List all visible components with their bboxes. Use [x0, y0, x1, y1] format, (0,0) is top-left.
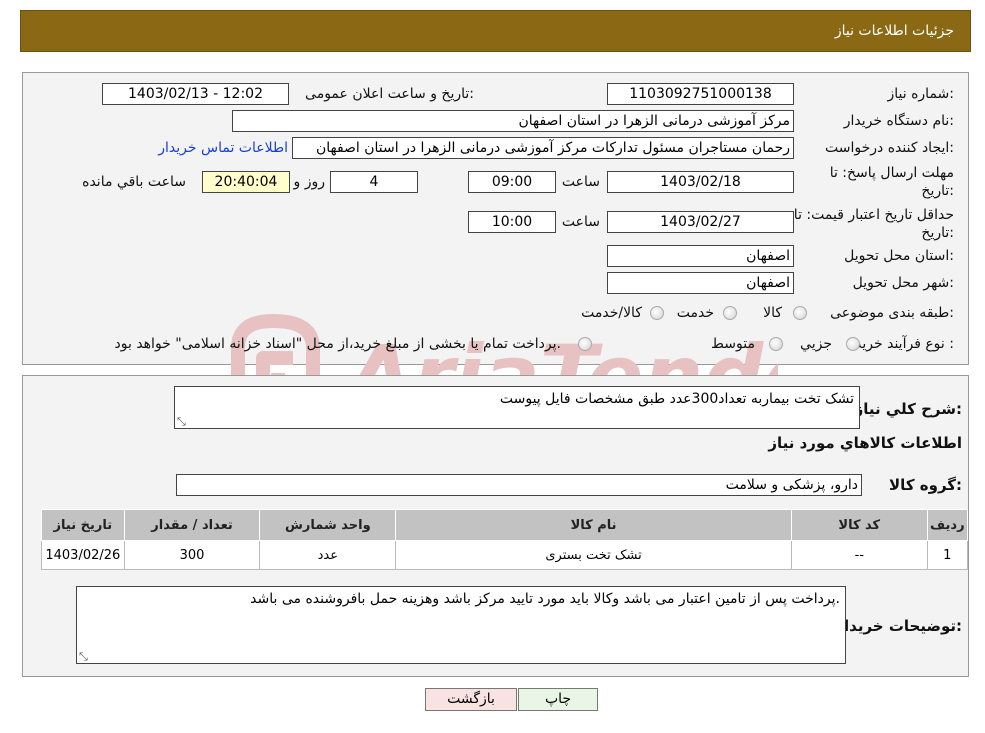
price-validity-label-2: تاریخ: [921, 225, 954, 241]
days-label: روز و [293, 174, 326, 190]
delivery-province-field: اصفهان [607, 245, 794, 267]
reply-time-field: 09:00 [468, 171, 556, 193]
reply-date-field: 1403/02/18 [607, 171, 794, 193]
category-option-goods-service: کالا/خدمت [581, 305, 642, 321]
reply-deadline-label: مهلت ارسال پاسخ: تا [829, 165, 954, 181]
header-col-row: رديف [926, 509, 969, 541]
days-remaining-field: 4 [330, 171, 418, 193]
buyer-contact-link[interactable]: اطلاعات تماس خریدار [158, 140, 288, 156]
delivery-city-field: اصفهان [607, 272, 794, 294]
category-option-service: خدمت [676, 305, 714, 321]
purchase-type-label: نوع فرآیند خرید : [855, 336, 954, 352]
goods-section-title: اطلاعات کالاهاي مورد نياز [768, 434, 962, 452]
buyer-notes-field: پرداخت پس از تامین اعتبار می باشد وکالا … [76, 586, 846, 664]
announce-date-label: تاریخ و ساعت اعلان عمومی: [305, 86, 474, 102]
need-number-field: 1103092751000138 [607, 83, 794, 105]
purchase-option-partial: جزیي [800, 336, 832, 352]
price-validity-date-field: 1403/02/27 [607, 211, 794, 233]
header-col-name: نام کالا [395, 509, 792, 541]
page-title: جزئیات اطلاعات نیاز [834, 23, 954, 39]
resize-grip-icon[interactable]: ⤡ [177, 416, 186, 427]
category-radio-goods[interactable] [793, 306, 807, 320]
remaining-time-label: ساعت باقي مانده [82, 174, 186, 190]
buyer-notes-text: پرداخت پس از تامین اعتبار می باشد وکالا … [250, 591, 840, 607]
cell-quantity: 300 [123, 540, 261, 570]
back-button[interactable]: بازگشت [425, 688, 517, 711]
resize-grip-icon[interactable]: ⤡ [79, 651, 88, 662]
delivery-city-label: شهر محل تحویل: [852, 275, 954, 291]
table-header-row: تاريخ نياز تعداد / مقدار واحد شمارش نام … [41, 509, 969, 541]
table-row: 1403/02/26 300 عدد تشک تخت بستری -- 1 [41, 540, 969, 570]
header-col-date: تاريخ نياز [41, 509, 125, 541]
buyer-org-field: مرکز آموزشی درمانی الزهرا در استان اصفها… [232, 110, 794, 132]
summary-text: تشک تخت بیماربه تعداد300عدد طبق مشخصات ف… [499, 391, 854, 407]
price-validity-time-field: 10:00 [468, 211, 556, 233]
reply-deadline-label-2: تاریخ: [921, 183, 954, 199]
cell-row: 1 [926, 540, 969, 570]
header-col-code: کد کالا [790, 509, 928, 541]
goods-table: تاريخ نياز تعداد / مقدار واحد شمارش نام … [41, 509, 969, 570]
delivery-province-label: استان محل تحویل: [844, 248, 954, 264]
purchase-radio-treasury[interactable] [578, 337, 592, 351]
buyer-notes-label: توضیحات خریدار: [835, 617, 962, 635]
purchase-radio-partial[interactable] [846, 337, 860, 351]
cell-date: 1403/02/26 [41, 540, 125, 570]
category-radio-goods-service[interactable] [650, 306, 664, 320]
category-option-goods: کالا [763, 305, 782, 321]
print-button[interactable]: چاپ [518, 688, 598, 711]
buyer-org-label: نام دستگاه خریدار: [843, 113, 954, 129]
goods-group-field: دارو، پزشکی و سلامت [176, 474, 862, 496]
summary-label: شرح کلي نياز: [854, 400, 962, 418]
cell-code: -- [790, 540, 928, 570]
category-radio-service[interactable] [723, 306, 737, 320]
price-validity-time-label: ساعت [561, 214, 600, 230]
goods-panel: شرح کلي نياز: تشک تخت بیماربه تعداد300عد… [22, 375, 969, 677]
need-number-label: شماره نیاز: [887, 86, 954, 102]
page-header: جزئیات اطلاعات نیاز [20, 10, 971, 52]
purchase-radio-medium[interactable] [769, 337, 783, 351]
goods-group-label: گروه کالا: [889, 476, 962, 494]
payment-note: پرداخت تمام یا بخشی از مبلغ خرید،از محل … [114, 336, 561, 352]
reply-time-label: ساعت [561, 174, 600, 190]
creator-label: ایجاد کننده درخواست: [825, 140, 954, 156]
price-validity-label: حداقل تاریخ اعتبار قیمت: تا [793, 207, 954, 223]
remaining-time-field: 20:40:04 [202, 171, 290, 193]
cell-name: تشک تخت بستری [395, 540, 792, 570]
cell-unit: عدد [259, 540, 397, 570]
header-col-quantity: تعداد / مقدار [123, 509, 261, 541]
announce-date-field: 1403/02/13 - 12:02 [102, 83, 289, 105]
purchase-option-medium: متوسط [711, 336, 755, 352]
details-panel: AriaTender.neT شماره نیاز: 1103092751000… [22, 72, 969, 423]
header-col-unit: واحد شمارش [259, 509, 397, 541]
creator-field: رحمان مستاجران مسئول تدارکات مرکز آموزشی… [292, 137, 794, 159]
summary-field: تشک تخت بیماربه تعداد300عدد طبق مشخصات ف… [174, 386, 860, 429]
category-label: طبقه بندی موضوعی: [830, 305, 954, 321]
